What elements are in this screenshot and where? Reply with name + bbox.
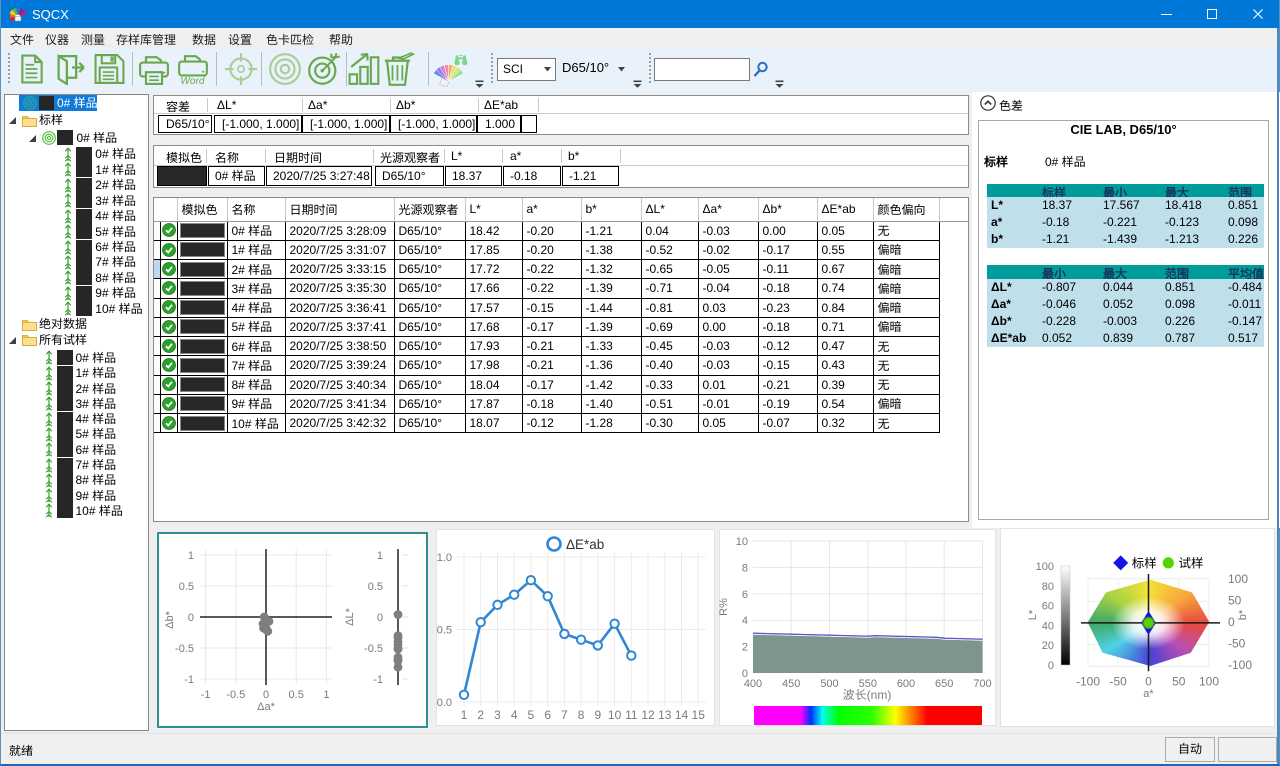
svg-text:试样: 试样 [1179,557,1204,571]
svg-text:40: 40 [1042,620,1054,632]
svg-text:0.5: 0.5 [437,625,452,637]
svg-text:a*: a* [1143,688,1154,700]
svg-text:14: 14 [675,708,689,722]
svg-text:450: 450 [782,678,800,690]
svg-text:500: 500 [820,678,838,690]
svg-text:9: 9 [594,708,601,722]
svg-text:-0.5: -0.5 [226,689,245,701]
svg-text:Δb*: Δb* [164,610,176,628]
svg-text:50: 50 [1172,675,1186,689]
svg-text:0: 0 [1048,660,1054,672]
svg-text:1.0: 1.0 [437,552,452,564]
svg-text:3: 3 [494,708,501,722]
svg-text:6: 6 [742,589,748,601]
svg-text:ΔL*: ΔL* [344,607,356,625]
svg-text:-100: -100 [1076,675,1100,689]
svg-text:-1: -1 [201,689,211,701]
svg-text:L*: L* [1027,609,1039,620]
svg-text:0: 0 [1228,615,1235,629]
svg-text:50: 50 [1228,593,1242,607]
svg-text:-100: -100 [1228,658,1252,672]
svg-text:100: 100 [1036,561,1054,573]
svg-text:R%: R% [719,598,730,616]
svg-text:4: 4 [511,708,518,722]
svg-text:0: 0 [377,612,383,624]
svg-text:-0.5: -0.5 [364,643,383,655]
svg-text:15: 15 [692,708,706,722]
svg-text:-50: -50 [1110,675,1128,689]
svg-text:5: 5 [528,708,535,722]
svg-text:0: 0 [1145,675,1152,689]
svg-text:Δa*: Δa* [257,701,275,713]
svg-text:12: 12 [641,708,655,722]
svg-text:2: 2 [477,708,484,722]
svg-text:8: 8 [578,708,585,722]
svg-text:标样: 标样 [1132,557,1157,571]
svg-text:-1: -1 [184,674,194,686]
svg-text:8: 8 [742,562,748,574]
svg-text:80: 80 [1042,581,1054,593]
svg-text:1: 1 [377,550,383,562]
svg-text:1: 1 [461,708,468,722]
svg-text:400: 400 [744,678,762,690]
svg-text:0: 0 [263,689,269,701]
svg-text:10: 10 [608,708,622,722]
svg-text:60: 60 [1042,601,1054,613]
svg-text:-50: -50 [1228,637,1246,651]
svg-text:700: 700 [973,678,991,690]
svg-text:20: 20 [1042,640,1054,652]
svg-text:0.5: 0.5 [289,689,304,701]
svg-text:4: 4 [742,615,748,627]
svg-text:-1: -1 [373,674,383,686]
svg-text:600: 600 [897,678,915,690]
svg-text:11: 11 [625,708,638,722]
svg-text:2: 2 [742,642,748,654]
svg-text:-0.5: -0.5 [175,643,194,655]
svg-text:100: 100 [1228,572,1248,586]
svg-text:波长(nm): 波长(nm) [843,688,892,702]
svg-text:7: 7 [561,708,568,722]
svg-text:6: 6 [544,708,551,722]
svg-text:0.5: 0.5 [368,581,383,593]
svg-text:0: 0 [188,612,194,624]
svg-text:1: 1 [188,550,194,562]
svg-text:0.5: 0.5 [179,581,194,593]
svg-text:1: 1 [323,689,329,701]
svg-text:650: 650 [935,678,953,690]
svg-text:b*: b* [1237,609,1249,620]
svg-text:10: 10 [736,536,748,548]
svg-text:ΔE*ab: ΔE*ab [566,537,604,552]
svg-text:Word: Word [180,76,205,85]
svg-text:100: 100 [1199,675,1219,689]
svg-text:13: 13 [658,708,672,722]
svg-text:0.0: 0.0 [437,697,452,709]
